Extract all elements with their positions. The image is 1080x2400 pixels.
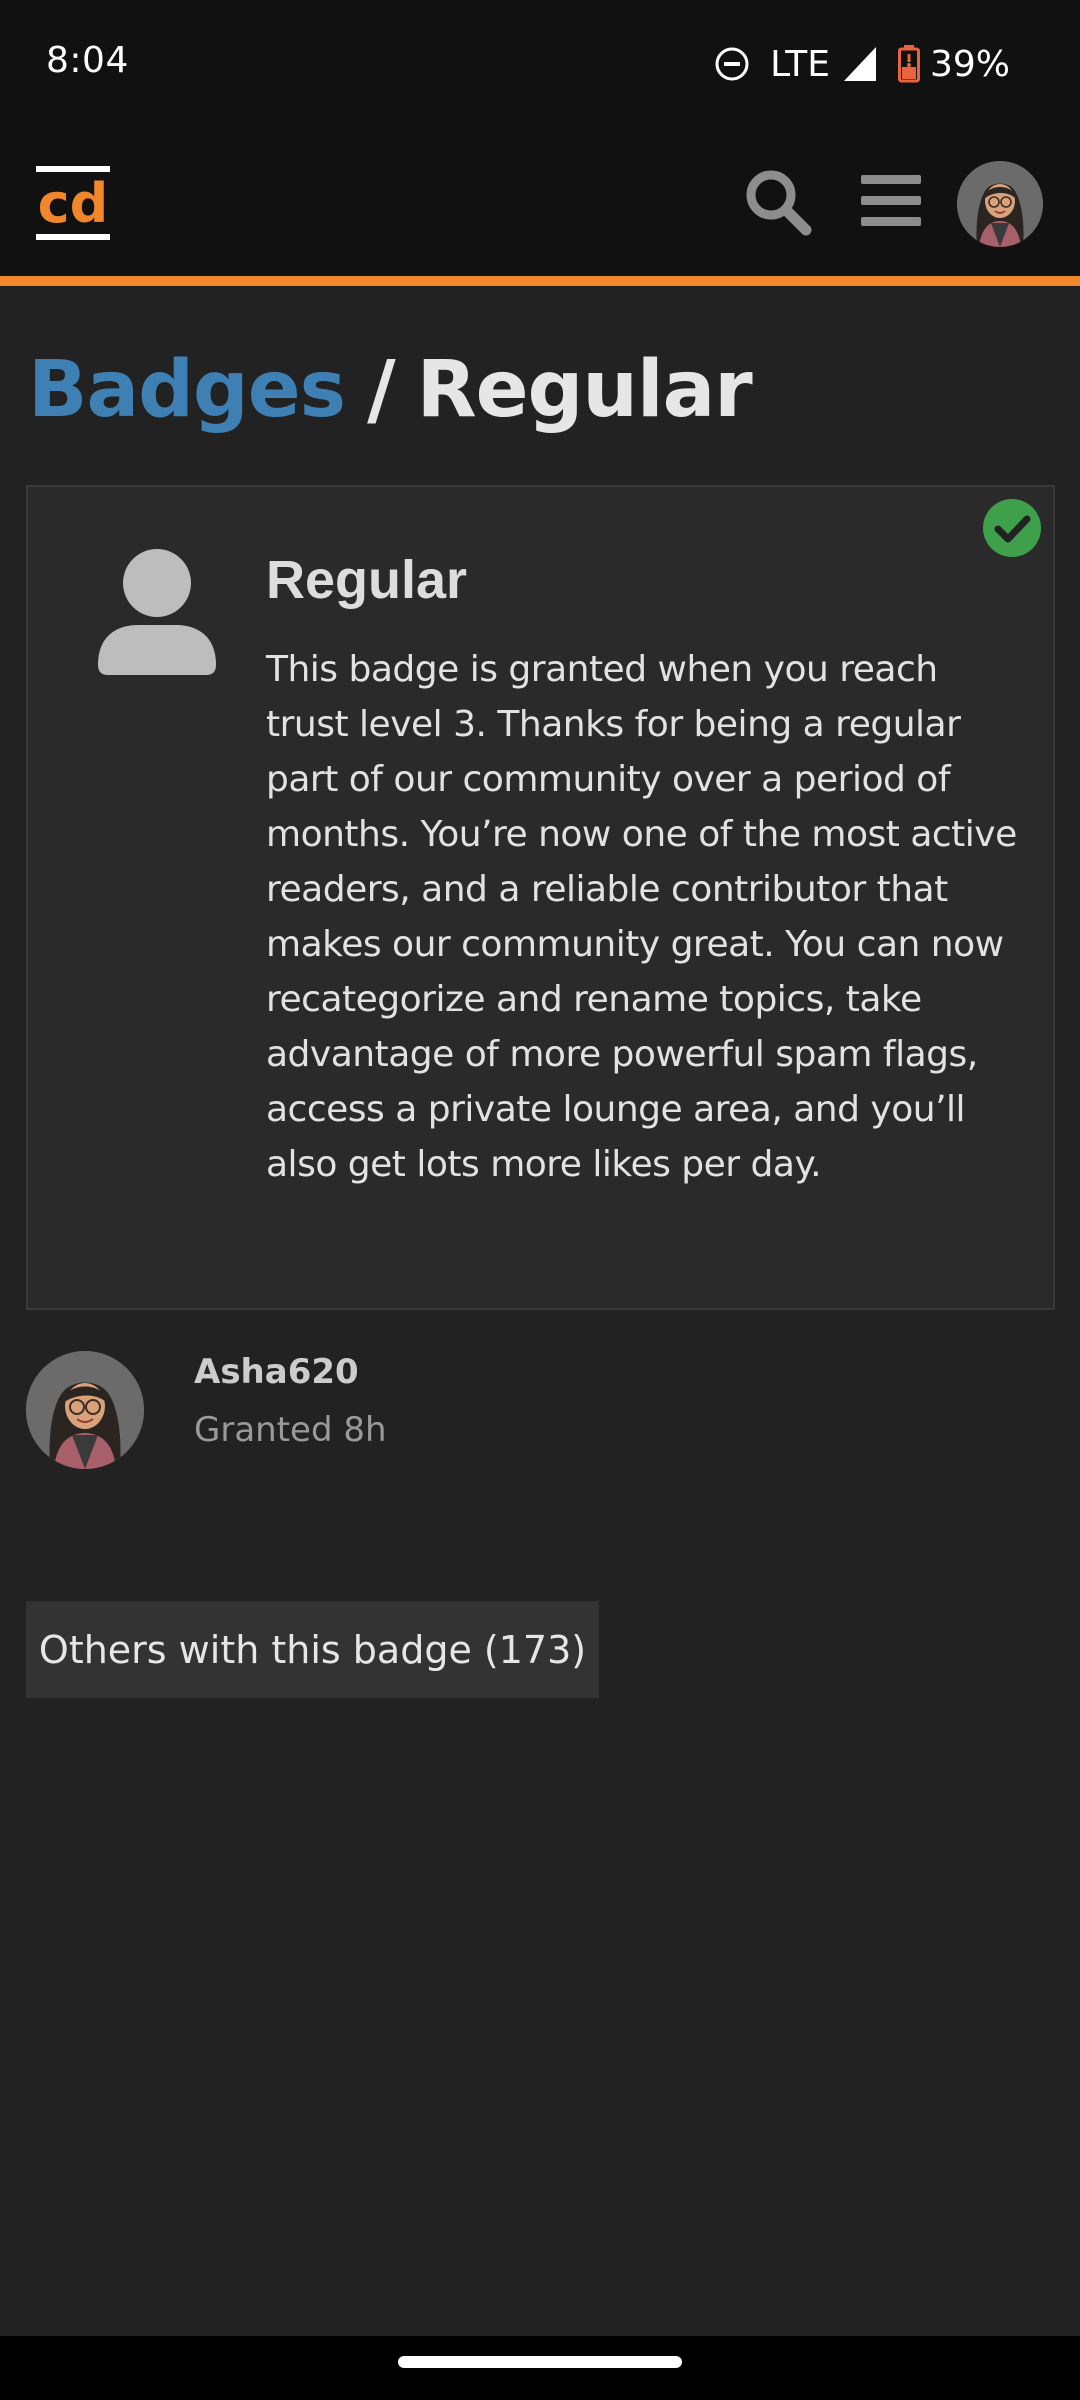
signal-icon xyxy=(843,47,876,81)
others-with-badge-button[interactable]: Others with this badge (173) xyxy=(26,1601,599,1698)
granted-username[interactable]: Asha620 xyxy=(194,1352,359,1392)
hamburger-menu-icon xyxy=(859,173,923,233)
page-title: Regular xyxy=(416,345,753,435)
home-indicator[interactable] xyxy=(398,2356,682,2368)
battery-percent: 39% xyxy=(929,43,1010,85)
check-circle-icon xyxy=(983,499,1041,557)
granted-user-avatar[interactable] xyxy=(26,1351,144,1469)
navigation-bar xyxy=(0,2336,1080,2400)
header-accent-bar xyxy=(0,276,1080,286)
site-logo[interactable]: cd xyxy=(36,166,110,240)
status-time: 8:04 xyxy=(46,40,129,81)
do-not-disturb-icon xyxy=(714,46,750,82)
search-icon xyxy=(742,166,812,240)
network-type: LTE xyxy=(770,43,830,85)
badge-card: Regular This badge is granted when you r… xyxy=(26,485,1055,1310)
breadcrumb-badges-link[interactable]: Badges xyxy=(28,345,346,435)
user-avatar[interactable] xyxy=(957,161,1043,247)
hamburger-menu-button[interactable] xyxy=(856,168,926,238)
breadcrumb: Badges / Regular xyxy=(28,340,753,440)
breadcrumb-separator: / xyxy=(367,345,395,435)
user-icon xyxy=(94,547,220,675)
logo-text: cd xyxy=(38,172,109,235)
badge-description: This badge is granted when you reach tru… xyxy=(266,649,1017,1185)
badge-name: Regular xyxy=(266,550,468,610)
granted-time: Granted 8h xyxy=(194,1410,387,1450)
status-indicators: LTE 39% xyxy=(714,40,1010,88)
battery-icon xyxy=(897,45,920,83)
status-bar: 8:04 LTE 39% xyxy=(0,0,1080,130)
search-button[interactable] xyxy=(742,168,812,238)
